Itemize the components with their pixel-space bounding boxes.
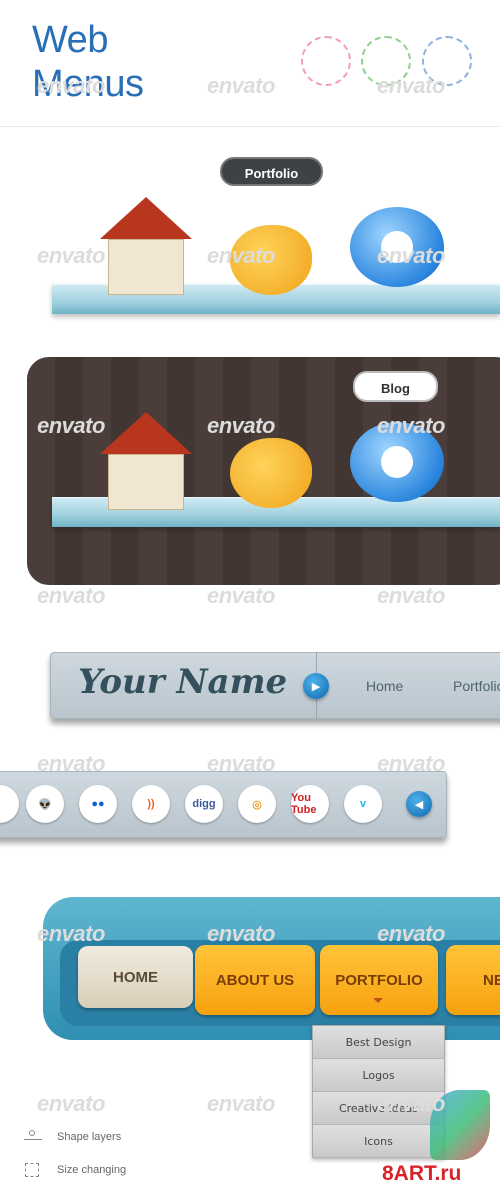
- home-icon[interactable]: [100, 197, 192, 295]
- brand-name: Your Name: [78, 662, 288, 702]
- play-button[interactable]: ▶: [303, 673, 329, 699]
- dropdown-item[interactable]: Best Design: [313, 1026, 444, 1059]
- back-button[interactable]: ◀: [406, 791, 432, 817]
- dropdown-item[interactable]: Creative Ideas: [313, 1092, 444, 1125]
- watermark: envato: [207, 73, 275, 98]
- nav-portfolio-label: PORTFOLIO: [335, 971, 423, 989]
- parrot-logo: [430, 1090, 490, 1160]
- vimeo-icon[interactable]: v: [344, 785, 382, 823]
- chat-bubble-icon[interactable]: [350, 207, 444, 287]
- nav-home[interactable]: Home: [366, 678, 403, 694]
- dropdown-item[interactable]: Logos: [313, 1059, 444, 1092]
- digg-icon[interactable]: digg: [185, 785, 223, 823]
- shape-layers-icon: [24, 1130, 42, 1140]
- watermark: envato: [37, 1091, 105, 1116]
- dropdown-item[interactable]: Icons: [313, 1125, 444, 1158]
- watermark: envato: [37, 243, 105, 268]
- divider: [0, 126, 500, 127]
- dropdown-menu: Best Design Logos Creative Ideas Icons: [312, 1025, 445, 1158]
- caret-down-icon: [373, 998, 383, 1003]
- nav-portfolio[interactable]: Portfolio: [453, 678, 500, 694]
- reddit-icon[interactable]: 👽: [26, 785, 64, 823]
- nav-about-button[interactable]: ABOUT US: [195, 945, 315, 1015]
- watermark: envato: [207, 583, 275, 608]
- style-swatch-blue: [422, 36, 472, 86]
- nav-home-button[interactable]: HOME: [78, 946, 193, 1008]
- legend-shape-layers: Shape layers: [57, 1131, 122, 1143]
- resize-icon: [25, 1163, 39, 1177]
- style-swatch-green: [361, 36, 411, 86]
- site-logo: 8ART.ru: [382, 1162, 462, 1185]
- chat-bubble-icon[interactable]: [350, 422, 444, 502]
- watermark: envato: [37, 583, 105, 608]
- home-icon[interactable]: [100, 412, 192, 510]
- rss-icon[interactable]: )): [132, 785, 170, 823]
- legend-size-changing: Size changing: [57, 1164, 127, 1176]
- palette-icon[interactable]: [230, 438, 312, 508]
- tooltip-portfolio: Portfolio: [220, 157, 323, 186]
- lifebuoy-icon[interactable]: ◎: [238, 785, 276, 823]
- watermark: envato: [207, 1091, 275, 1116]
- flickr-icon[interactable]: ●●: [79, 785, 117, 823]
- palette-icon[interactable]: [230, 225, 312, 295]
- tooltip-blog: Blog: [353, 371, 438, 402]
- watermark: envato: [377, 583, 445, 608]
- youtube-icon[interactable]: You Tube: [291, 785, 329, 823]
- style-swatch-pink: [301, 36, 351, 86]
- nav-news-button[interactable]: NE: [446, 945, 500, 1015]
- nav-portfolio-button[interactable]: PORTFOLIO: [320, 945, 438, 1015]
- page-title: Web Menus: [32, 19, 144, 105]
